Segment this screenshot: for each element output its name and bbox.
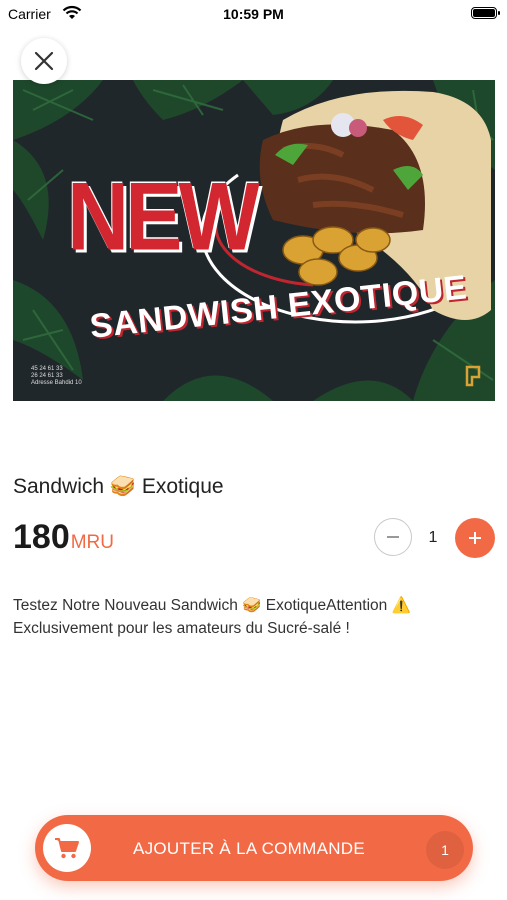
banner-contact-line: 45 24 61 33 xyxy=(31,366,63,372)
banner-new-badge: NEW xyxy=(67,163,260,271)
clock: 10:59 PM xyxy=(223,6,284,22)
product-image: NEW SANDWISH EXOTIQUE 45 24 61 33 26 24 … xyxy=(13,80,495,401)
banner-contact: 45 24 61 33 26 24 61 33 Adresse Bahdid 1… xyxy=(31,366,82,387)
quantity-value: 1 xyxy=(428,529,438,546)
add-to-order-label: AJOUTER À LA COMMANDE xyxy=(132,839,366,858)
product-name: Sandwich 🥪 Exotique xyxy=(13,475,224,498)
increase-quantity-button[interactable] xyxy=(455,518,495,558)
order-count-badge: 1 xyxy=(426,831,464,869)
cart-badge xyxy=(43,824,91,872)
close-button[interactable] xyxy=(21,38,67,84)
banner-contact-line: Adresse Bahdid 10 xyxy=(31,380,82,386)
product-price: 180MRU xyxy=(13,518,114,557)
price-currency: MRU xyxy=(70,532,115,553)
battery-icon xyxy=(471,7,500,19)
banner-contact-line: 26 24 61 33 xyxy=(31,373,63,379)
status-bar: Carrier 10:59 PM xyxy=(0,0,507,28)
cart-icon xyxy=(55,838,79,859)
price-amount: 180 xyxy=(13,518,70,556)
product-description: Testez Notre Nouveau Sandwich 🥪 Exotique… xyxy=(13,597,411,637)
add-to-order-button[interactable]: AJOUTER À LA COMMANDE 1 xyxy=(35,815,473,881)
decrease-quantity-button[interactable] xyxy=(374,518,412,556)
close-icon xyxy=(34,51,54,71)
brand-logo-icon xyxy=(465,365,481,387)
